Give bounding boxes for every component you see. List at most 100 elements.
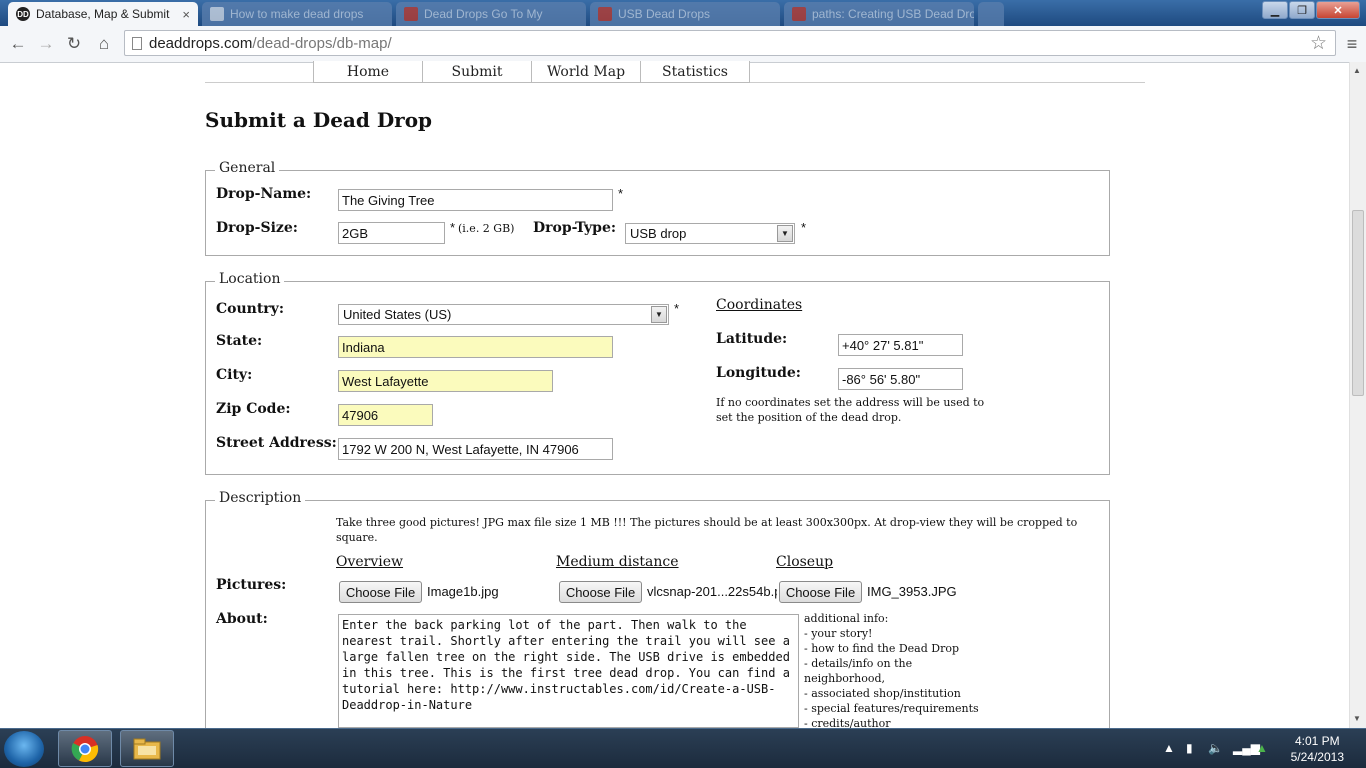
medium-file-name: vlcsnap-201...22s54b.p xyxy=(647,584,777,599)
tab-title: How to make dead drops xyxy=(230,7,364,21)
nav-submit[interactable]: Submit xyxy=(422,61,532,83)
street-address-label: Street Address: xyxy=(216,435,337,451)
country-label: Country: xyxy=(216,301,284,317)
windows-taskbar: ▲ ▮ 🔈 ▂▄▆ ▲ 4:01 PM 5/24/2013 xyxy=(0,728,1366,768)
required-mark: * xyxy=(674,301,680,316)
tab-title: Database, Map & Submit xyxy=(36,7,170,21)
scroll-down-arrow-icon[interactable]: ▼ xyxy=(1353,714,1361,723)
overview-heading: Overview xyxy=(336,554,404,570)
latitude-label: Latitude: xyxy=(716,331,788,347)
additional-info-hint: additional info: - your story! - how to … xyxy=(804,612,979,730)
scrollbar-thumb[interactable] xyxy=(1352,210,1364,396)
page-icon xyxy=(132,37,142,50)
page-favicon-icon xyxy=(210,7,224,21)
pictures-note-line-1: Take three good pictures! JPG max file s… xyxy=(336,516,1078,529)
google-drive-icon[interactable]: ▲ xyxy=(1256,741,1268,755)
deaddrops-favicon-icon: DD xyxy=(16,7,30,21)
pictures-label: Pictures: xyxy=(216,577,287,593)
back-arrow-icon[interactable]: ← xyxy=(6,32,30,56)
choose-file-overview-button[interactable]: Choose File xyxy=(339,581,422,603)
country-value: United States (US) xyxy=(343,307,452,322)
url-domain: deaddrops.com xyxy=(149,34,253,52)
chrome-taskbar-button[interactable] xyxy=(58,730,112,767)
country-select[interactable]: United States (US) ▼ xyxy=(338,304,669,325)
required-mark: * xyxy=(801,220,807,235)
nav-statistics[interactable]: Statistics xyxy=(640,61,750,83)
location-legend: Location xyxy=(215,271,285,287)
general-legend: General xyxy=(215,160,280,176)
folder-icon xyxy=(133,738,161,759)
required-mark: * xyxy=(618,186,624,201)
dropdown-arrow-icon[interactable]: ▼ xyxy=(777,225,793,242)
new-tab-button[interactable] xyxy=(978,2,1004,26)
drop-type-select[interactable]: USB drop ▼ xyxy=(625,223,795,244)
volume-icon[interactable]: 🔈 xyxy=(1208,741,1223,755)
nav-home[interactable]: Home xyxy=(313,61,423,83)
coordinates-note-line-2: set the position of the dead drop. xyxy=(716,411,902,424)
pictures-note-line-2: square. xyxy=(336,531,378,544)
tab-active[interactable]: DD Database, Map & Submit × xyxy=(8,2,198,26)
drop-type-value: USB drop xyxy=(630,226,687,241)
closeup-heading: Closeup xyxy=(776,554,834,570)
zip-code-input[interactable]: 47906 xyxy=(338,404,433,426)
scroll-up-arrow-icon[interactable]: ▲ xyxy=(1353,66,1361,75)
tab-close-icon[interactable]: × xyxy=(176,7,190,22)
about-label: About: xyxy=(216,611,268,627)
state-input[interactable]: Indiana xyxy=(338,336,613,358)
longitude-label: Longitude: xyxy=(716,365,801,381)
longitude-input[interactable]: -86° 56' 5.80" xyxy=(838,368,963,390)
page-favicon-icon xyxy=(792,7,806,21)
nav-world-map[interactable]: World Map xyxy=(531,61,641,83)
drop-size-label: Drop-Size: xyxy=(216,220,298,236)
clock-date: 5/24/2013 xyxy=(1290,750,1344,764)
chrome-icon xyxy=(71,735,99,762)
vertical-scrollbar[interactable]: ▲ ▼ xyxy=(1349,62,1366,728)
clock-time: 4:01 PM xyxy=(1294,734,1340,748)
medium-distance-heading: Medium distance xyxy=(556,554,679,570)
about-textarea[interactable]: Enter the back parking lot of the part. … xyxy=(338,614,799,728)
home-icon[interactable]: ⌂ xyxy=(92,32,116,56)
show-hidden-icons-icon[interactable]: ▲ xyxy=(1163,741,1175,755)
tab-title: paths: Creating USB Dead Drops xyxy=(812,7,974,21)
battery-icon[interactable]: ▮ xyxy=(1186,741,1193,755)
tab-2[interactable]: How to make dead drops xyxy=(202,2,392,26)
windows-start-icon[interactable] xyxy=(4,731,44,767)
browser-tab-strip: DD Database, Map & Submit × How to make … xyxy=(0,0,1366,26)
tab-4[interactable]: USB Dead Drops xyxy=(590,2,780,26)
page-favicon-icon xyxy=(598,7,612,21)
zip-code-label: Zip Code: xyxy=(216,401,291,417)
state-label: State: xyxy=(216,333,263,349)
explorer-taskbar-button[interactable] xyxy=(120,730,174,767)
maximize-button[interactable]: ❐ xyxy=(1289,1,1315,19)
window-close-button[interactable]: ✕ xyxy=(1316,1,1360,19)
drop-size-input[interactable]: 2GB xyxy=(338,222,445,244)
bookmark-star-icon[interactable]: ☆ xyxy=(1310,32,1327,55)
coordinates-note-line-1: If no coordinates set the address will b… xyxy=(716,396,985,409)
overview-file-name: Image1b.jpg xyxy=(427,584,499,599)
drop-size-hint: (i.e. 2 GB) xyxy=(458,222,515,235)
coordinates-link[interactable]: Coordinates xyxy=(716,297,802,313)
choose-file-medium-button[interactable]: Choose File xyxy=(559,581,642,603)
latitude-input[interactable]: +40° 27' 5.81" xyxy=(838,334,963,356)
minimize-button[interactable]: ▁ xyxy=(1262,1,1288,19)
choose-file-closeup-button[interactable]: Choose File xyxy=(779,581,862,603)
drop-type-label: Drop-Type: xyxy=(533,220,617,236)
city-input[interactable]: West Lafayette xyxy=(338,370,553,392)
tab-title: USB Dead Drops xyxy=(618,7,711,21)
street-address-input[interactable]: 1792 W 200 N, West Lafayette, IN 47906 xyxy=(338,438,613,460)
dropdown-arrow-icon[interactable]: ▼ xyxy=(651,306,667,323)
forward-arrow-icon[interactable]: → xyxy=(34,32,58,56)
reload-icon[interactable]: ↻ xyxy=(62,32,86,56)
address-bar[interactable]: deaddrops.com/dead-drops/db-map/ ☆ xyxy=(124,30,1336,56)
tab-3[interactable]: Dead Drops Go To My xyxy=(396,2,586,26)
closeup-file-name: IMG_3953.JPG xyxy=(867,584,957,599)
drop-name-input[interactable]: The Giving Tree xyxy=(338,189,613,211)
url-path: /dead-drops/db-map/ xyxy=(252,34,392,52)
city-label: City: xyxy=(216,367,253,383)
menu-icon[interactable]: ≡ xyxy=(1340,32,1364,56)
tab-5[interactable]: paths: Creating USB Dead Drops xyxy=(784,2,974,26)
browser-toolbar: ← → ↻ ⌂ deaddrops.com/dead-drops/db-map/… xyxy=(0,26,1366,63)
system-clock[interactable]: 4:01 PM 5/24/2013 xyxy=(1291,733,1344,765)
page-favicon-icon xyxy=(404,7,418,21)
drop-name-label: Drop-Name: xyxy=(216,186,312,202)
